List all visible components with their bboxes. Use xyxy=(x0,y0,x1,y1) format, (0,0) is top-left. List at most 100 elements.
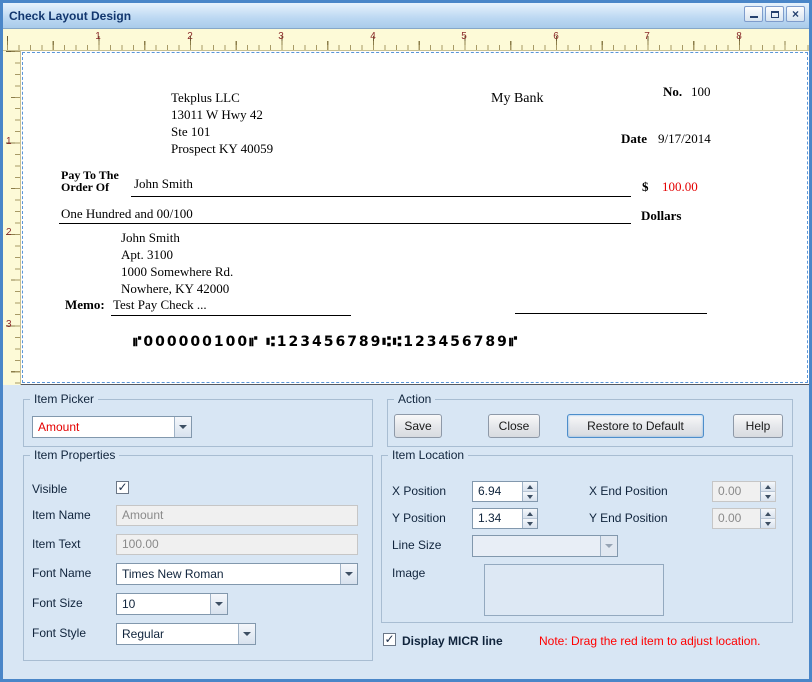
font-size-value: 10 xyxy=(122,597,136,611)
x-position-label: X Position xyxy=(392,484,447,498)
y-position-spinner[interactable]: 1.34 xyxy=(472,508,538,529)
dropdown-arrow-button[interactable] xyxy=(210,594,227,614)
ruler-number: 4 xyxy=(370,31,376,42)
check-number-label[interactable]: No. xyxy=(663,84,682,100)
font-style-value: Regular xyxy=(122,627,165,641)
company-line: 13011 W Hwy 42 xyxy=(171,107,263,122)
ruler-number: 5 xyxy=(461,31,467,42)
memo-value[interactable]: Test Pay Check ... xyxy=(113,297,207,313)
close-icon: × xyxy=(791,7,799,21)
spin-down-button[interactable] xyxy=(523,491,537,501)
check-preview[interactable]: Tekplus LLC 13011 W Hwy 42 Ste 101 Prosp… xyxy=(21,51,809,385)
chevron-down-icon xyxy=(243,632,251,636)
y-position-label: Y Position xyxy=(392,511,446,525)
ruler-number: 6 xyxy=(553,31,559,42)
ruler-number: 7 xyxy=(644,31,650,42)
font-name-value: Times New Roman xyxy=(122,567,224,581)
font-style-dropdown[interactable]: Regular xyxy=(116,623,256,645)
checkmark-icon: ✓ xyxy=(117,480,128,494)
ruler-number: 2 xyxy=(6,227,12,238)
item-properties-group: Item Properties Visible ✓ Item Name Amou… xyxy=(23,448,373,661)
payee-address-line: 1000 Somewhere Rd. xyxy=(121,264,234,279)
chevron-down-icon xyxy=(345,572,353,576)
minimize-icon xyxy=(749,16,758,18)
company-line: Tekplus LLC xyxy=(171,90,240,105)
line-size-dropdown xyxy=(472,535,618,557)
bank-name[interactable]: My Bank xyxy=(491,91,544,107)
dropdown-arrow-button[interactable] xyxy=(340,564,357,584)
dollar-sign[interactable]: $ xyxy=(642,179,649,195)
payee-address-line: Apt. 3100 xyxy=(121,247,173,262)
amount-value[interactable]: 100.00 xyxy=(662,179,698,195)
company-address-block[interactable]: Tekplus LLC 13011 W Hwy 42 Ste 101 Prosp… xyxy=(171,89,273,157)
help-button[interactable]: Help xyxy=(733,414,783,438)
memo-label[interactable]: Memo: xyxy=(65,297,105,313)
item-picker-value: Amount xyxy=(38,420,80,434)
payee-address-line: Nowhere, KY 42000 xyxy=(121,281,230,296)
ruler-number: 3 xyxy=(6,319,12,330)
x-position-value: 6.94 xyxy=(478,484,502,498)
design-workspace: 1 2 3 4 5 6 7 8 1 2 3 Tekplus LLC 13011 … xyxy=(3,29,809,385)
item-text-field[interactable]: 100.00 xyxy=(116,534,358,555)
date-label[interactable]: Date xyxy=(621,131,647,147)
ruler-number: 1 xyxy=(6,136,12,147)
item-name-field[interactable]: Amount xyxy=(116,505,358,526)
payee-address-line: John Smith xyxy=(121,230,180,245)
close-button-action[interactable]: Close xyxy=(488,414,540,438)
payee-name[interactable]: John Smith xyxy=(134,176,193,192)
font-size-label: Font Size xyxy=(32,596,83,610)
spin-up-icon xyxy=(765,511,771,516)
checkmark-icon: ✓ xyxy=(384,632,395,646)
line-size-label: Line Size xyxy=(392,538,442,552)
y-end-position-label: Y End Position xyxy=(589,511,668,525)
close-button[interactable]: × xyxy=(786,6,805,22)
image-preview-box xyxy=(484,564,664,616)
dollars-label[interactable]: Dollars xyxy=(641,208,681,224)
amount-words[interactable]: One Hundred and 00/100 xyxy=(61,206,193,222)
horizontal-ruler: 1 2 3 4 5 6 7 8 xyxy=(3,29,809,51)
maximize-button[interactable] xyxy=(765,6,784,22)
y-position-value: 1.34 xyxy=(478,511,502,525)
chevron-down-icon xyxy=(215,602,223,606)
spin-up-icon xyxy=(527,484,533,489)
item-properties-group-label: Item Properties xyxy=(30,448,120,462)
spin-down-icon xyxy=(527,521,533,526)
font-name-dropdown[interactable]: Times New Roman xyxy=(116,563,358,585)
title-bar[interactable]: Check Layout Design × xyxy=(3,3,809,29)
x-end-position-label: X End Position xyxy=(589,484,668,498)
spin-down-icon xyxy=(765,494,771,499)
spin-down-icon xyxy=(765,521,771,526)
visible-checkbox[interactable]: ✓ xyxy=(116,481,129,494)
dropdown-arrow-button[interactable] xyxy=(238,624,255,644)
y-end-position-value: 0.00 xyxy=(718,511,742,525)
spin-up-button[interactable] xyxy=(523,482,537,491)
action-group-label: Action xyxy=(394,392,436,406)
settings-panel: Item Picker Amount Action Save Close Res… xyxy=(3,385,809,679)
pay-to-label[interactable]: Pay To The Order Of xyxy=(61,169,119,193)
chevron-down-icon xyxy=(179,425,187,429)
font-size-dropdown[interactable]: 10 xyxy=(116,593,228,615)
drag-note: Note: Drag the red item to adjust locati… xyxy=(539,634,761,648)
item-location-group: Item Location X Position 6.94 X End Posi… xyxy=(381,448,793,623)
micr-line[interactable]: ⑈000000100⑈ ⑆123456789⑆⑆123456789⑈ xyxy=(133,334,519,350)
action-group: Action Save Close Restore to Default Hel… xyxy=(387,392,793,447)
ruler-number: 2 xyxy=(187,31,193,42)
date-value[interactable]: 9/17/2014 xyxy=(658,131,711,147)
memo-underline xyxy=(111,315,351,316)
y-end-position-spinner: 0.00 xyxy=(712,508,776,529)
image-label: Image xyxy=(392,566,426,580)
restore-default-button[interactable]: Restore to Default xyxy=(567,414,704,438)
spin-up-button[interactable] xyxy=(523,509,537,518)
item-picker-dropdown[interactable]: Amount xyxy=(32,416,192,438)
x-position-spinner[interactable]: 6.94 xyxy=(472,481,538,502)
spin-down-button[interactable] xyxy=(523,518,537,528)
minimize-button[interactable] xyxy=(744,6,763,22)
item-picker-group: Item Picker Amount xyxy=(23,392,373,447)
visible-label: Visible xyxy=(32,482,68,496)
spin-down-icon xyxy=(527,494,533,499)
save-button[interactable]: Save xyxy=(394,414,442,438)
payee-address-block[interactable]: John Smith Apt. 3100 1000 Somewhere Rd. … xyxy=(121,229,233,297)
display-micr-checkbox[interactable]: ✓ xyxy=(383,633,396,646)
check-number-value[interactable]: 100 xyxy=(691,84,711,100)
dropdown-arrow-button[interactable] xyxy=(174,417,191,437)
